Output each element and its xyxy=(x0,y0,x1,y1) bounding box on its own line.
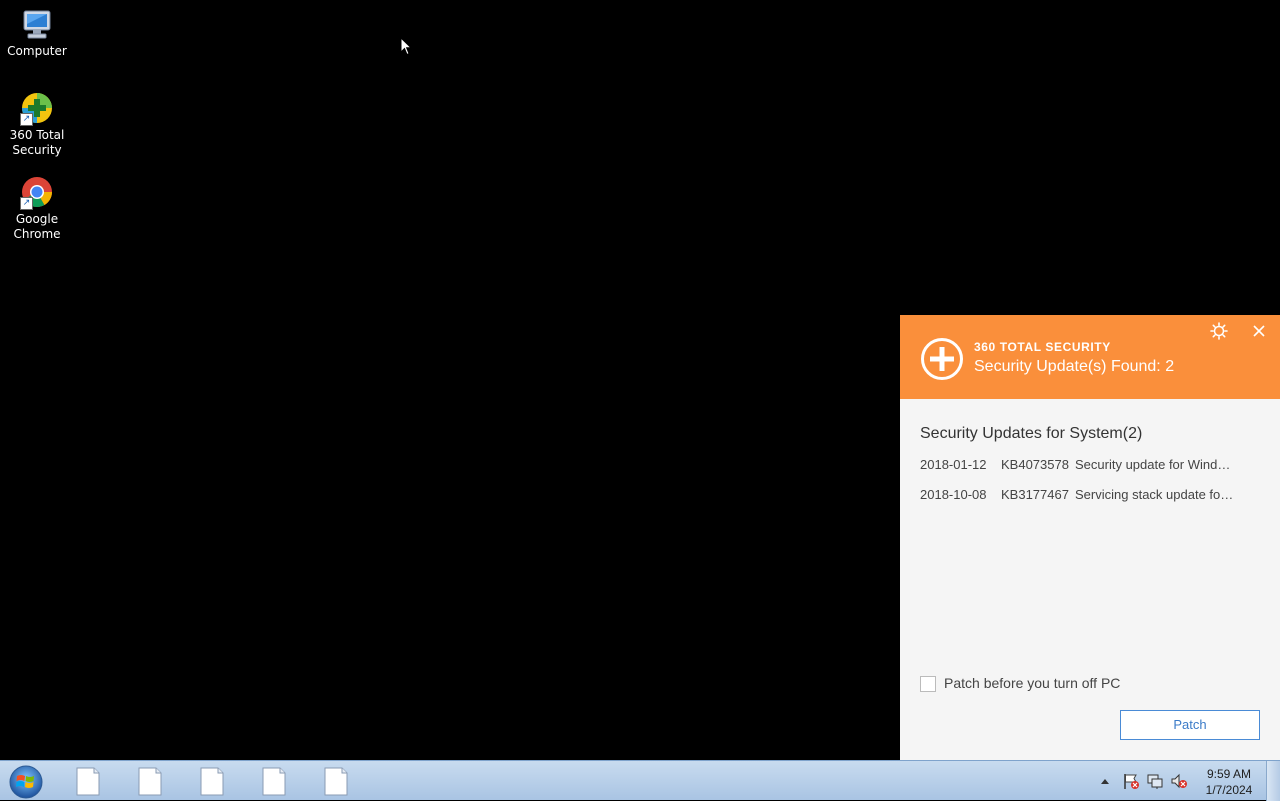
patch-on-shutdown-checkbox[interactable] xyxy=(920,676,936,692)
update-description: Security update for Windo... xyxy=(1075,457,1235,472)
desktop-icon-label-line1: 360 Total xyxy=(9,128,65,142)
desktop-icon-google-chrome[interactable]: ↗ Google Chrome xyxy=(0,176,74,242)
show-desktop-button[interactable] xyxy=(1266,761,1280,801)
computer-icon xyxy=(20,8,54,42)
shortcut-arrow-icon: ↗ xyxy=(20,113,33,126)
taskbar: 9:59 AM 1/7/2024 xyxy=(0,760,1280,801)
gear-icon[interactable] xyxy=(1210,322,1228,340)
mouse-cursor-icon xyxy=(400,37,412,56)
update-description: Servicing stack update for ... xyxy=(1075,487,1235,502)
patch-on-shutdown-label[interactable]: Patch before you turn off PC xyxy=(944,675,1120,691)
update-kb: KB3177467 xyxy=(1001,487,1069,502)
chrome-icon: ↗ xyxy=(20,176,54,210)
update-row: 2018-01-12 KB4073578 Security update for… xyxy=(920,457,1260,477)
patch-button[interactable]: Patch xyxy=(1120,710,1260,740)
security-update-popup: 360 TOTAL SECURITY Security Update(s) Fo… xyxy=(900,315,1280,760)
windows-start-icon[interactable] xyxy=(5,763,47,799)
desktop-icon-computer[interactable]: Computer xyxy=(0,8,74,59)
document-icon[interactable] xyxy=(254,765,294,797)
360-logo-icon xyxy=(921,338,963,380)
360-total-security-icon: ↗ xyxy=(20,92,54,126)
action-center-flag-icon[interactable] xyxy=(1122,772,1140,790)
document-icon[interactable] xyxy=(316,765,356,797)
section-title: Security Updates for System(2) xyxy=(920,425,1143,442)
network-icon[interactable] xyxy=(1146,772,1164,790)
update-kb: KB4073578 xyxy=(1001,457,1069,472)
taskbar-clock[interactable]: 9:59 AM 1/7/2024 xyxy=(1196,766,1262,798)
desktop-icon-label-line2: Chrome xyxy=(13,227,61,241)
show-hidden-icons-arrow[interactable] xyxy=(1098,772,1112,790)
close-icon[interactable] xyxy=(1251,323,1267,339)
desktop-icon-label: Computer xyxy=(7,44,67,58)
clock-time: 9:59 AM xyxy=(1206,767,1252,781)
desktop-icon-360-total-security[interactable]: ↗ 360 Total Security xyxy=(0,92,74,158)
document-icon[interactable] xyxy=(192,765,232,797)
update-date: 2018-10-08 xyxy=(920,487,987,502)
update-date: 2018-01-12 xyxy=(920,457,987,472)
popup-header: 360 TOTAL SECURITY Security Update(s) Fo… xyxy=(900,315,1280,399)
clock-date: 1/7/2024 xyxy=(1205,783,1253,797)
popup-title: Security Update(s) Found: 2 xyxy=(974,358,1175,375)
document-icon[interactable] xyxy=(68,765,108,797)
update-row: 2018-10-08 KB3177467 Servicing stack upd… xyxy=(920,487,1260,507)
popup-brand: 360 TOTAL SECURITY xyxy=(974,340,1111,354)
desktop-icon-label-line1: Google xyxy=(15,212,59,226)
shortcut-arrow-icon: ↗ xyxy=(20,197,33,210)
desktop-icon-label-line2: Security xyxy=(12,143,62,157)
volume-muted-icon[interactable] xyxy=(1170,772,1188,790)
document-icon[interactable] xyxy=(130,765,170,797)
